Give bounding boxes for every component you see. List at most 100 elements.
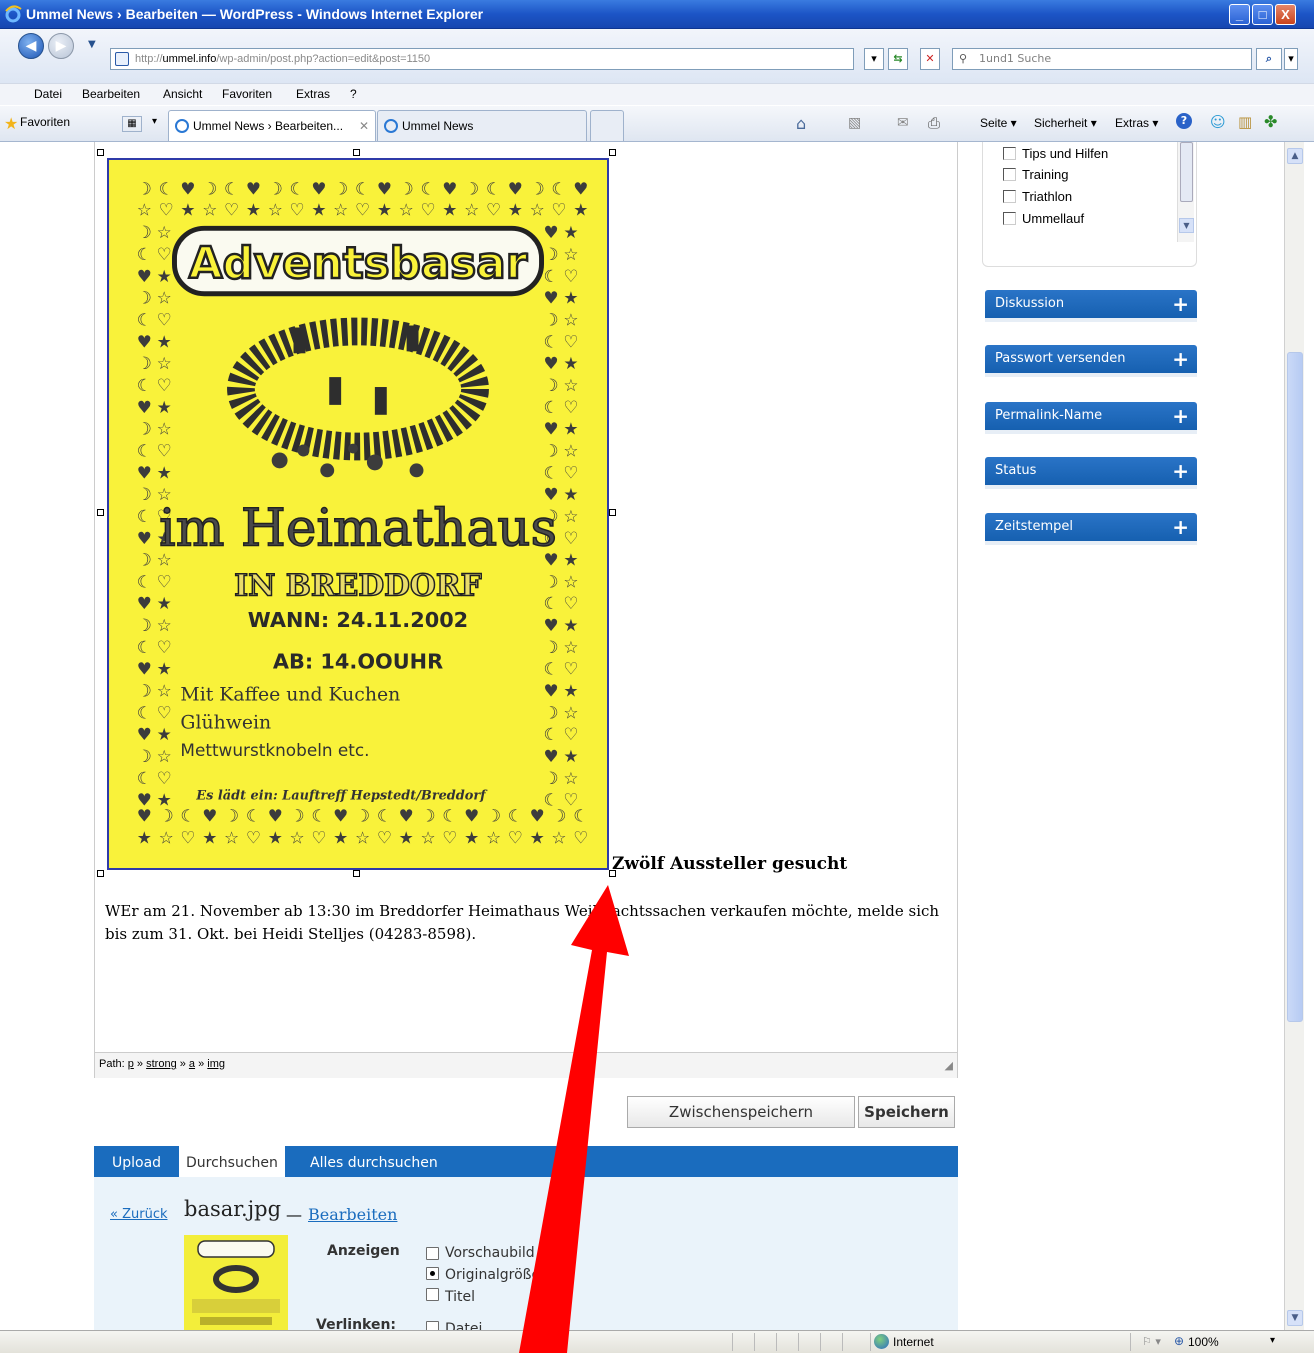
minimize-button[interactable]: _ — [1229, 4, 1250, 25]
radio-title[interactable] — [426, 1288, 439, 1301]
back-button[interactable]: ◀ — [18, 33, 44, 59]
box-diskussion[interactable]: Diskussion + — [985, 290, 1197, 318]
save-button[interactable]: Speichern — [858, 1096, 955, 1128]
category-ummellauf[interactable]: Ummellauf — [1003, 211, 1084, 226]
plus-icon[interactable]: + — [1172, 402, 1189, 430]
clover-icon[interactable]: ✤ — [1264, 112, 1277, 131]
scroll-up-icon[interactable]: ▲ — [1287, 148, 1303, 164]
messenger-icon[interactable]: ☺ — [1210, 113, 1226, 131]
radio-file[interactable] — [426, 1321, 439, 1330]
checkbox[interactable] — [1003, 212, 1016, 225]
zoom-icon: ⊕ — [1174, 1334, 1185, 1348]
category-triathlon[interactable]: Triathlon — [1003, 189, 1072, 204]
box-zeitstempel[interactable]: Zeitstempel + — [985, 513, 1197, 541]
back-link[interactable]: « Zurück — [110, 1207, 168, 1222]
page-menu[interactable]: Seite ▾ — [980, 116, 1017, 130]
address-dropdown-button[interactable]: ▾ — [864, 48, 884, 70]
resize-grip-icon[interactable]: ◢ — [945, 1059, 953, 1072]
page-scrollbar[interactable]: ▲ ▼ — [1284, 142, 1304, 1330]
media-thumbnail[interactable] — [184, 1235, 288, 1330]
save-draft-button[interactable]: Zwischenspeichern — [627, 1096, 855, 1128]
resize-handle-e[interactable] — [609, 509, 616, 516]
scroll-down-icon[interactable]: ▼ — [1287, 1310, 1303, 1326]
resize-handle-w[interactable] — [97, 509, 104, 516]
forward-button[interactable]: ▶ — [48, 33, 74, 59]
menu-extras[interactable]: Extras — [296, 87, 330, 101]
search-options-button[interactable]: ▾ — [1284, 48, 1298, 70]
svg-text:♥: ♥ — [399, 806, 414, 826]
path-a-link[interactable]: a — [189, 1058, 195, 1070]
tab-list-dropdown-icon[interactable]: ▾ — [152, 116, 157, 127]
history-dropdown-icon[interactable]: ▼ — [88, 39, 96, 50]
box-permalink-name[interactable]: Permalink-Name + — [985, 402, 1197, 430]
home-icon[interactable]: ⌂ — [796, 114, 806, 133]
page-scroll-thumb[interactable] — [1287, 352, 1303, 1022]
help-icon[interactable]: ? — [1176, 113, 1192, 129]
svg-text:☾: ☾ — [355, 179, 370, 199]
tab-alles-durchsuchen[interactable]: Alles durchsuchen — [310, 1146, 438, 1177]
svg-text:☆: ☆ — [137, 199, 152, 219]
category-tips-und-hilfen[interactable]: Tips und Hilfen — [1003, 146, 1108, 161]
radio-original-size[interactable] — [426, 1267, 439, 1280]
zoom-dropdown-icon[interactable]: ▾ — [1270, 1335, 1275, 1346]
tab-durchsuchen[interactable]: Durchsuchen — [179, 1146, 285, 1177]
quick-tabs-icon[interactable]: ▦ — [122, 116, 142, 132]
mail-icon[interactable]: ✉ — [897, 115, 909, 131]
resize-handle-s[interactable] — [353, 870, 360, 877]
svg-text:♡: ♡ — [180, 827, 195, 847]
research-icon[interactable]: ▥ — [1238, 113, 1252, 131]
path-p-link[interactable]: p — [128, 1058, 134, 1070]
menu-favoriten[interactable]: Favoriten — [222, 87, 272, 101]
menu-help[interactable]: ? — [350, 87, 357, 101]
adventsbasar-image[interactable]: ☽ ☆ ♥ ★ ☾ ♡ ☽ ☆ ♥ ★ ☾ ♡ ☽ ☆ ♥ ★ ☾ ♡ ☽ ☆ ♥ ★ ☾ ♡ ☽ ☆ ♥ ★ ☾ ♡ ☽ ☆ ♥ ★ ☾ ♡ ☽ ☆ ♥ ★… — [107, 158, 609, 870]
edit-media-link[interactable]: Bearbeiten — [308, 1205, 397, 1224]
plus-icon[interactable]: + — [1172, 290, 1189, 318]
tab-close-icon[interactable]: ✕ — [359, 111, 369, 141]
svg-text:♡: ♡ — [157, 440, 172, 460]
tab-ummel-news[interactable]: Ummel News — [377, 110, 587, 141]
plus-icon[interactable]: + — [1172, 345, 1189, 373]
svg-text:☾: ☾ — [290, 179, 305, 199]
checkbox[interactable] — [1003, 168, 1016, 181]
box-status[interactable]: Status + — [985, 457, 1197, 485]
tab-ummel-news-edit[interactable]: Ummel News › Bearbeiten... ✕ — [168, 110, 376, 141]
category-training[interactable]: Training — [1003, 167, 1068, 182]
box-passwort-versenden[interactable]: Passwort versenden + — [985, 345, 1197, 373]
plus-icon[interactable]: + — [1172, 513, 1189, 541]
checkbox[interactable] — [1003, 190, 1016, 203]
tab-upload[interactable]: Upload — [112, 1146, 161, 1177]
search-input[interactable]: 1und1 Suche ⚲ — [952, 48, 1252, 70]
favorites-button[interactable]: Favoriten — [20, 115, 70, 129]
address-input[interactable]: http://ummel.info/wp-admin/post.php?acti… — [110, 48, 854, 70]
menu-ansicht[interactable]: Ansicht — [163, 87, 202, 101]
post-editor[interactable]: ☽ ☆ ♥ ★ ☾ ♡ ☽ ☆ ♥ ★ ☾ ♡ ☽ ☆ ♥ ★ ☾ ♡ ☽ ☆ ♥ ★ ☾ ♡ ☽ ☆ ♥ ★ ☾ ♡ ☽ ☆ ♥ ★ ☾ ♡ ☽ ☆ ♥ ★… — [94, 142, 958, 1078]
radio-thumbnail[interactable] — [426, 1247, 439, 1260]
menu-bearbeiten[interactable]: Bearbeiten — [82, 87, 140, 101]
checkbox[interactable] — [1003, 147, 1016, 160]
path-img-link[interactable]: img — [207, 1058, 225, 1070]
close-button[interactable]: X — [1275, 4, 1296, 25]
category-scroll-thumb[interactable] — [1180, 142, 1193, 202]
tab-label: Ummel News › Bearbeiten... — [193, 119, 344, 133]
extras-menu[interactable]: Extras ▾ — [1115, 116, 1158, 130]
resize-handle-n[interactable] — [353, 149, 360, 156]
maximize-button[interactable]: □ — [1252, 4, 1273, 25]
new-tab-button[interactable] — [590, 110, 624, 141]
path-strong-link[interactable]: strong — [146, 1058, 177, 1070]
category-scrollbar[interactable]: ▼ — [1177, 142, 1194, 242]
resize-handle-sw[interactable] — [97, 870, 104, 877]
chevron-down-icon[interactable]: ▼ — [1179, 218, 1194, 233]
refresh-icon[interactable]: ⇆ — [888, 48, 908, 70]
search-button[interactable]: ⌕ — [1256, 48, 1282, 70]
feeds-icon[interactable]: ▧ — [848, 115, 861, 131]
menu-datei[interactable]: Datei — [34, 87, 62, 101]
stop-icon[interactable]: ✕ — [920, 48, 940, 70]
security-menu[interactable]: Sicherheit ▾ — [1034, 116, 1097, 130]
svg-text:♥: ♥ — [137, 659, 152, 679]
resize-handle-nw[interactable] — [97, 149, 104, 156]
zoom-level[interactable]: 100% — [1188, 1335, 1219, 1349]
resize-handle-ne[interactable] — [609, 149, 616, 156]
print-icon[interactable]: ⎙ — [928, 114, 940, 132]
protected-mode-icon[interactable]: ⚐ ▾ — [1142, 1335, 1161, 1348]
plus-icon[interactable]: + — [1172, 457, 1189, 485]
